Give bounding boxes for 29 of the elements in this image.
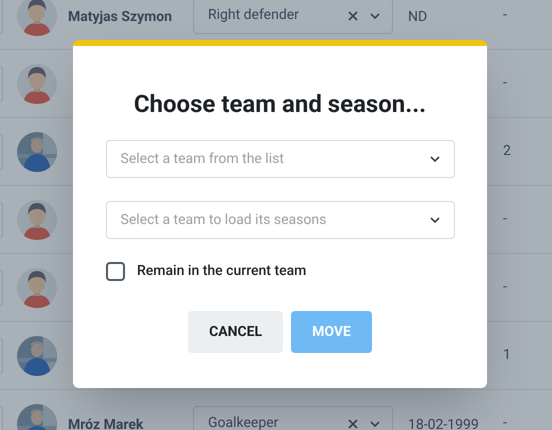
avatar-icon — [17, 200, 57, 240]
birth-date: 18-02-1999 — [408, 416, 479, 430]
cancel-button[interactable]: CANCEL — [188, 311, 284, 353]
player-number: - — [503, 414, 507, 430]
player-name: Matyjas Szymon — [68, 8, 172, 24]
chevron-down-icon — [430, 156, 440, 162]
birth-date: ND — [408, 8, 428, 24]
avatar-icon — [17, 64, 57, 104]
player-number: 2 — [503, 142, 511, 161]
chevron-down-icon — [430, 217, 440, 223]
avatar-icon — [17, 0, 57, 36]
player-number: 1 — [503, 346, 511, 365]
player-number: - — [503, 278, 507, 297]
dialog-title: Choose team and season... — [134, 89, 426, 120]
team-select[interactable]: Select a team from the list — [106, 140, 454, 178]
clear-icon[interactable] — [348, 418, 358, 428]
player-number: - — [503, 6, 507, 25]
player-number: - — [503, 74, 507, 93]
player-name: Mróz Marek — [68, 416, 144, 430]
chevron-down-icon — [370, 12, 380, 18]
team-select[interactable]: Select a team to load its seasons — [106, 201, 454, 239]
checkbox-label: Remain in the current team — [137, 262, 306, 281]
chevron-down-icon — [370, 420, 380, 426]
avatar-icon — [17, 268, 57, 308]
position-select[interactable]: Goalkeeper — [193, 406, 393, 430]
clear-icon[interactable] — [348, 10, 358, 20]
player-number: - — [503, 210, 507, 229]
checkbox[interactable] — [106, 262, 125, 281]
position-select[interactable]: Right defender — [193, 0, 393, 34]
